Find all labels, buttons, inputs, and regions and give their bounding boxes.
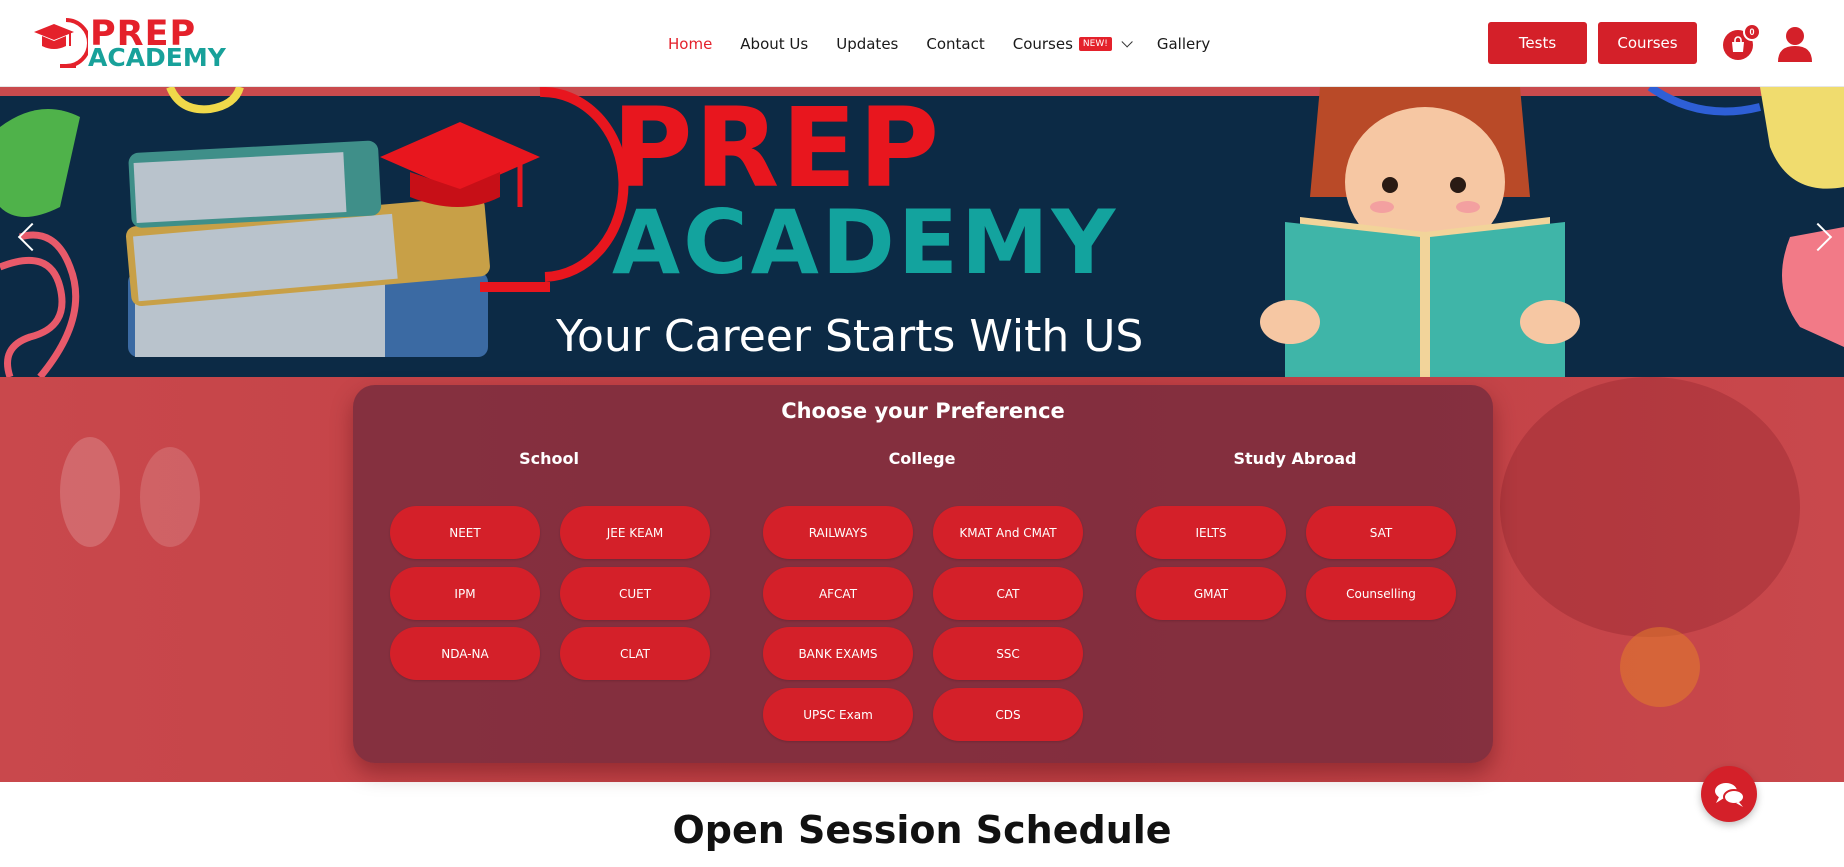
cart-button[interactable]: 0 — [1723, 23, 1761, 60]
pill-cuet[interactable]: CUET — [560, 567, 710, 620]
site-header: PREP ACADEMY Home About Us Updates Conta… — [0, 0, 1844, 87]
pill-clat[interactable]: CLAT — [560, 627, 710, 680]
graduation-cap-globe-icon — [34, 18, 88, 68]
tests-button[interactable]: Tests — [1488, 22, 1587, 64]
pill-neet[interactable]: NEET — [390, 506, 540, 559]
pill-jee-keam[interactable]: JEE KEAM — [560, 506, 710, 559]
user-account-button[interactable] — [1775, 24, 1815, 64]
preference-title: Choose your Preference — [781, 399, 1065, 423]
nav-gallery[interactable]: Gallery — [1157, 35, 1210, 53]
pill-kmat-cmat[interactable]: KMAT And CMAT — [933, 506, 1083, 559]
pill-upsc-exam[interactable]: UPSC Exam — [763, 688, 913, 741]
section-title: Open Session Schedule — [672, 808, 1172, 852]
nav-home[interactable]: Home — [668, 35, 712, 53]
pill-sat[interactable]: SAT — [1306, 506, 1456, 559]
nav-courses-label: Courses — [1012, 35, 1073, 53]
cart-count-badge: 0 — [1743, 23, 1761, 41]
pill-ielts[interactable]: IELTS — [1136, 506, 1286, 559]
main-nav: Home About Us Updates Contact Courses NE… — [668, 34, 1238, 54]
pill-nda-na[interactable]: NDA-NA — [390, 627, 540, 680]
user-icon — [1778, 27, 1812, 62]
nav-courses[interactable]: Courses NEW! — [1012, 35, 1133, 53]
column-title-study-abroad: Study Abroad — [1233, 449, 1357, 468]
pill-afcat[interactable]: AFCAT — [763, 567, 913, 620]
banner-tagline: Your Career Starts With US — [556, 311, 1144, 362]
banner-title-academy: ACADEMY — [612, 191, 1119, 294]
courses-button[interactable]: Courses — [1598, 22, 1697, 64]
pill-counselling[interactable]: Counselling — [1306, 567, 1456, 620]
pill-gmat[interactable]: GMAT — [1136, 567, 1286, 620]
site-logo[interactable]: PREP ACADEMY — [32, 16, 226, 72]
pill-cat[interactable]: CAT — [933, 567, 1083, 620]
new-badge: NEW! — [1078, 37, 1112, 51]
pill-railways[interactable]: RAILWAYS — [763, 506, 913, 559]
pill-ssc[interactable]: SSC — [933, 627, 1083, 680]
nav-contact[interactable]: Contact — [926, 35, 984, 53]
banner-title-prep: PREP — [612, 87, 942, 212]
column-title-school: School — [519, 449, 579, 468]
hero-banner: PREP ACADEMY Your Career Starts With US — [0, 87, 1844, 377]
pill-cds[interactable]: CDS — [933, 688, 1083, 741]
pill-bank-exams[interactable]: BANK EXAMS — [763, 627, 913, 680]
chevron-down-icon[interactable] — [1121, 36, 1133, 48]
nav-updates[interactable]: Updates — [836, 35, 898, 53]
pill-ipm[interactable]: IPM — [390, 567, 540, 620]
logo-text-academy: ACADEMY — [88, 43, 226, 72]
nav-about-us[interactable]: About Us — [740, 35, 808, 53]
column-title-college: College — [888, 449, 956, 468]
preference-panel: Choose your Preference School College St… — [353, 385, 1493, 763]
